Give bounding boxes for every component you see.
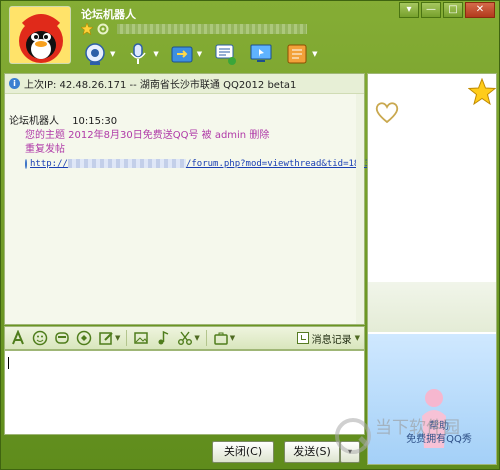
- music-button[interactable]: [153, 328, 173, 348]
- chat-scrollbar[interactable]: [356, 94, 364, 324]
- font-button[interactable]: [8, 328, 28, 348]
- maximize-button[interactable]: □: [443, 2, 463, 18]
- toolbar-divider: [126, 330, 128, 346]
- link-prefix: http://: [30, 159, 68, 169]
- globe-icon: [25, 159, 27, 169]
- link-suffix: /forum.php?mod=viewthread&tid=1813: [185, 159, 371, 169]
- more-button[interactable]: ▼: [211, 328, 237, 348]
- voice-call-button[interactable]: ▼: [122, 40, 161, 68]
- message: 论坛机器人 10:15:30 您的主题 2012年8月30日免费送QQ号 被 a…: [9, 112, 370, 171]
- face-icon: [55, 332, 69, 344]
- close-button[interactable]: 关闭(C): [212, 441, 274, 463]
- chevron-down-icon: ▼: [153, 50, 159, 58]
- watermark-text: 当下软件园: [375, 418, 460, 438]
- doodle-button[interactable]: ▼: [96, 328, 122, 348]
- message-line-1: 您的主题 2012年8月30日免费送QQ号 被 admin 删除: [25, 130, 270, 141]
- app-box-icon: [287, 44, 307, 64]
- monitor-icon: [250, 44, 272, 62]
- main-toolbar: ▼ ▼ ▼ ▼: [79, 39, 321, 69]
- thread-link[interactable]: http:// /forum.php?mod=viewthread&tid=181…: [30, 157, 370, 171]
- microphone-icon: [130, 43, 147, 64]
- toolbar-divider: [205, 330, 207, 346]
- window-header: 论坛机器人 ▾ — □ ✕ ▼ ▼ ▼ ▼: [1, 1, 499, 73]
- side-divider: [368, 282, 496, 332]
- message-sender: 论坛机器人: [9, 116, 59, 127]
- chevron-down-icon: ▼: [196, 50, 203, 58]
- chat-group-icon: [215, 44, 237, 65]
- info-bar: i 上次IP: 42.48.26.171 -- 湖南省长沙市联通 QQ2012 …: [5, 74, 364, 94]
- shake-icon: [76, 330, 92, 346]
- smiley-icon: [32, 330, 48, 346]
- watermark: 当下软件园: [331, 409, 491, 463]
- star-icon[interactable]: [81, 23, 93, 35]
- image-icon: [134, 332, 149, 344]
- create-discussion-button[interactable]: [209, 40, 241, 68]
- screenshot-button[interactable]: ▼: [175, 328, 201, 348]
- message-time: 10:15:30: [72, 116, 118, 127]
- chat-history[interactable]: i 上次IP: 42.48.26.171 -- 湖南省长沙市联通 QQ2012 …: [4, 73, 370, 325]
- link-domain-blurred: [67, 159, 186, 168]
- qq-show-star-icon[interactable]: [468, 78, 496, 106]
- window-controls: ▾ — □ ✕: [399, 2, 495, 18]
- image-button[interactable]: [131, 328, 151, 348]
- message-link-row: http:// /forum.php?mod=viewthread&tid=181…: [25, 157, 370, 171]
- chevron-down-icon: ▼: [312, 50, 318, 58]
- remote-desktop-button[interactable]: [245, 40, 277, 68]
- message-history-label: 消息记录: [311, 334, 352, 346]
- status-row: [81, 22, 307, 36]
- message-line-2: 重复发帖: [25, 144, 65, 155]
- chevron-down-icon: ▼: [110, 50, 116, 58]
- file-transfer-button[interactable]: ▼: [166, 40, 205, 68]
- video-call-button[interactable]: ▼: [79, 40, 118, 68]
- signature-blurred: [117, 24, 307, 34]
- emoji-button[interactable]: [30, 328, 50, 348]
- magic-face-button[interactable]: [52, 328, 72, 348]
- bottom-bar: 关闭(C) 发送(S) ▾: [4, 437, 365, 467]
- chevron-down-icon: ▼: [115, 334, 121, 342]
- apps-button[interactable]: ▼: [281, 40, 320, 68]
- last-ip-text: 上次IP: 42.48.26.171 -- 湖南省长沙市联通 QQ2012 be…: [24, 80, 297, 91]
- input-toolbar: ▼ ▼ ▼ 消息记录 ▼: [4, 326, 365, 350]
- message-input[interactable]: [4, 350, 365, 435]
- contact-avatar[interactable]: [9, 6, 71, 64]
- message-history-button[interactable]: 消息记录 ▼: [296, 329, 360, 347]
- chevron-down-icon: ▼: [229, 334, 236, 342]
- webcam-icon: [85, 43, 105, 65]
- status-ring-icon[interactable]: [97, 23, 109, 35]
- chevron-down-icon: ▼: [194, 334, 200, 342]
- side-panel: 帮助 免费拥有QQ秀: [367, 73, 497, 465]
- scissors-icon: [178, 331, 193, 345]
- font-a-icon: [12, 330, 24, 345]
- text-cursor: [8, 357, 9, 369]
- chevron-down-icon: ▼: [354, 334, 360, 342]
- pen-icon: [99, 332, 113, 345]
- clock-icon: [296, 332, 309, 344]
- heart-icon[interactable]: [374, 100, 400, 124]
- penguin-avatar-icon: [10, 7, 70, 63]
- menu-button[interactable]: ▾: [399, 2, 419, 18]
- chat-window: 论坛机器人 ▾ — □ ✕ ▼ ▼ ▼ ▼ i 上次IP: 42.48.26.1…: [0, 0, 500, 470]
- briefcase-icon: [214, 332, 228, 345]
- close-window-button[interactable]: ✕: [465, 2, 495, 18]
- contact-name: 论坛机器人: [81, 8, 136, 21]
- message-header: 论坛机器人 10:15:30: [9, 112, 361, 127]
- watermark-logo-icon: 当下软件园: [335, 418, 460, 454]
- shake-button[interactable]: [74, 328, 94, 348]
- message-body: 您的主题 2012年8月30日免费送QQ号 被 admin 删除 重复发帖 ht…: [25, 129, 370, 171]
- info-icon: i: [9, 78, 20, 89]
- minimize-button[interactable]: —: [421, 2, 441, 18]
- folder-icon: [171, 46, 193, 63]
- music-note-icon: [158, 330, 169, 345]
